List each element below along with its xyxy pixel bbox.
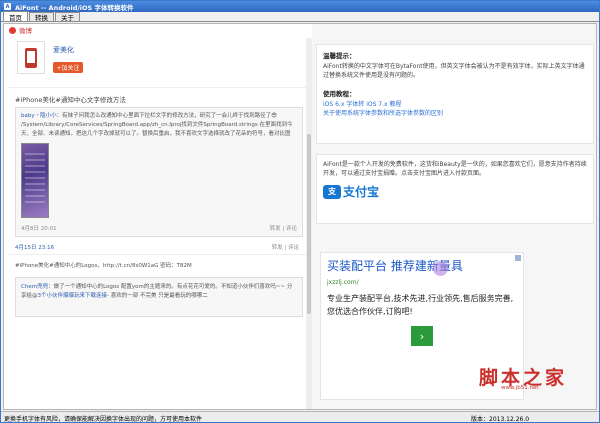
weibo-icon (9, 26, 16, 34)
tutorial-heading: 使用教程： (323, 90, 356, 98)
alipay-logo[interactable]: 支 支付宝 (323, 183, 587, 200)
tab-convert[interactable]: 转换 (29, 12, 54, 22)
font-params-link[interactable]: 关于使用系统字体参数和所选字体参数的区别 (323, 109, 587, 118)
title-bar: A AiFont -- Android/iOS 字体转换软件 (1, 1, 599, 12)
repost-meta: 4月8日 20:01 转发 | 评论 (21, 224, 297, 232)
content-area: 微博 爱美化 +加关注 #iPhone美化#通知中心文字修改方法 baby・隐小… (3, 23, 597, 410)
post-meta: 4月15日 23:16 转发 | 评论 (9, 237, 307, 255)
repost-link[interactable]: 3个小伙伴爆爆玩来下载连接 (38, 293, 108, 299)
post-title: #iPhone美化#通知中心文字修改方法 (15, 96, 126, 104)
repost-date[interactable]: 4月8日 20:01 (21, 224, 57, 232)
post-date[interactable]: 4月15日 23:16 (15, 243, 54, 254)
phone-icon (25, 47, 37, 68)
repost-card: baby・隐小小：有妹子问我怎么改通知中心里面下拉栏文字的修改方法，研究了一会儿… (15, 107, 303, 237)
repost-text: baby・隐小小：有妹子问我怎么改通知中心里面下拉栏文字的修改方法，研究了一会儿… (21, 112, 297, 139)
repost-body-tail: - 喜欢的一部 不完美 只是最看玩的哪哪二 (107, 293, 208, 299)
ad-arrow-button[interactable]: › (411, 326, 433, 346)
status-message: 更换手机字体有风险，请确保能解决因换字体出现的问题，方可使用本软件 (4, 415, 203, 423)
scrollbar-thumb[interactable] (307, 134, 311, 314)
alipay-wordmark: 支付宝 (343, 185, 380, 199)
repost-body: ：有妹子问我怎么改通知中心里面下拉栏文字的修改方法，研究了一会儿终于找到路径了😎… (21, 113, 293, 137)
avatar[interactable] (17, 41, 45, 74)
repost-user[interactable]: baby・隐小小 (21, 113, 57, 119)
tab-bar: 首页 转换 关于 (1, 11, 599, 22)
profile-name[interactable]: 爱美化 (53, 45, 83, 55)
app-icon: A (4, 3, 11, 10)
weibo-feed: 微博 爱美化 +加关注 #iPhone美化#通知中心文字修改方法 baby・隐小… (9, 26, 312, 409)
ad-headline[interactable]: 买装配平台 推荐建新量具 (327, 258, 517, 275)
tutorial-link[interactable]: iOS 6.x 字体转 iOS 7.x 教程 (323, 100, 587, 109)
watermark-url: www.jb51.net (501, 385, 539, 391)
tab-about[interactable]: 关于 (55, 12, 80, 22)
forward-link[interactable]: 转发 (270, 226, 281, 232)
forward-link[interactable]: 转发 (272, 245, 283, 251)
alipay-icon: 支 (323, 184, 341, 199)
status-bar: 更换手机字体有风险，请确保能解决因换字体出现的问题，方可使用本软件 版本：201… (1, 411, 599, 423)
side-panel: 温馨提示： AiFont转换的中文字体可在BytaFont使用，但英文字体会被认… (312, 24, 596, 409)
app-window: A AiFont -- Android/iOS 字体转换软件 首页 转换 关于 … (0, 0, 600, 423)
comment-link[interactable]: 评论 (286, 226, 297, 232)
weibo-header[interactable]: 微博 (4, 24, 304, 36)
cursor-highlight (433, 261, 448, 276)
about-text: AiFont是一款个人开发的免费软件，这货和iBeauty是一伙的，如果您喜欢它… (323, 161, 587, 177)
help-panel: 温馨提示： AiFont转换的中文字体可在BytaFont使用，但英文字体会被认… (316, 44, 594, 144)
post-image[interactable] (21, 143, 49, 218)
help-text: AiFont转换的中文字体可在BytaFont使用，但英文字体会被认为不是有效字… (323, 63, 585, 79)
about-panel: AiFont是一款个人开发的免费软件，这货和iBeauty是一伙的，如果您喜欢它… (316, 154, 594, 224)
ad-close-icon[interactable] (515, 255, 521, 261)
repost-user[interactable]: Chem兜兜 (21, 284, 48, 290)
ad-url[interactable]: jxzzlj.com/ (327, 279, 517, 286)
profile-card: 爱美化 +加关注 (9, 38, 307, 88)
post-title: #iPhone美化#通知中心的Logos，http://t.cn/8s0W1aG… (15, 263, 192, 269)
help-heading: 温馨提示： (323, 52, 356, 60)
window-title: AiFont -- Android/iOS 字体转换软件 (15, 3, 134, 12)
comment-link[interactable]: 评论 (288, 245, 299, 251)
version-label: 版本：2013.12.26.0 (471, 415, 530, 423)
repost-card: Chem兜兜：做了一个通知中心的Logos 配置yom的主题来的。有点花花可爱的… (15, 277, 303, 317)
tab-home[interactable]: 首页 (3, 11, 28, 22)
ad-body: 专业生产装配平台,技术先进,行业领先,售后服务完善,您优选合作伙伴,订购吧! (327, 294, 514, 316)
follow-button[interactable]: +加关注 (53, 62, 83, 73)
weibo-label: 微博 (19, 27, 32, 35)
